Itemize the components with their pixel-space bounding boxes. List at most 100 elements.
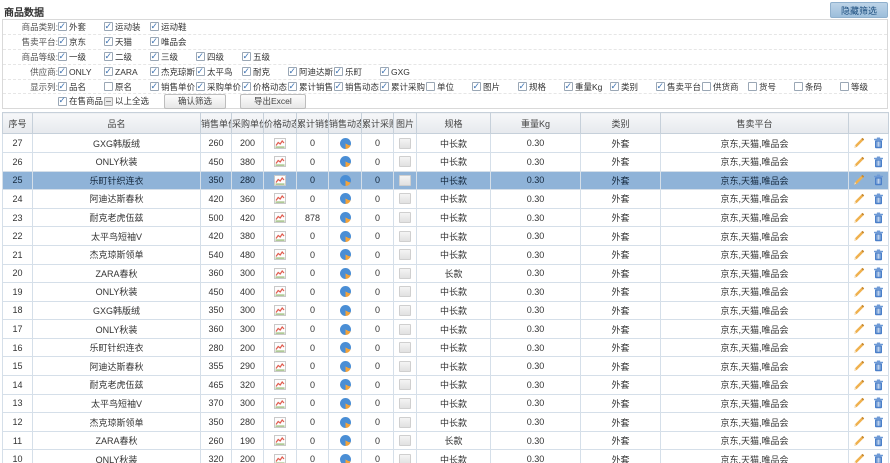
sales-trend-pie-icon[interactable] [340, 379, 351, 390]
checkbox-icon[interactable] [104, 97, 113, 106]
product-image-icon[interactable] [399, 249, 411, 260]
checkbox-icon[interactable] [58, 37, 67, 46]
cell-image[interactable] [394, 394, 417, 413]
cell-price-trend[interactable] [264, 376, 297, 395]
sales-trend-pie-icon[interactable] [340, 324, 351, 335]
cell-image[interactable] [394, 376, 417, 395]
checkbox-icon[interactable] [334, 67, 343, 76]
checkbox-icon[interactable] [380, 67, 389, 76]
cell-sales-trend[interactable] [329, 190, 362, 209]
filter-option[interactable]: 一级 [58, 51, 104, 63]
cell-image[interactable] [394, 245, 417, 264]
product-image-icon[interactable] [399, 286, 411, 297]
checkbox-icon[interactable] [426, 82, 435, 91]
sales-trend-pie-icon[interactable] [340, 268, 351, 279]
table-row[interactable]: 18 GXG韩版绒 350 300 0 0 中长款 0.30 外套 京东,天猫,… [3, 301, 889, 320]
table-row[interactable]: 21 杰克琼斯领单 540 480 0 0 中长款 0.30 外套 京东,天猫,… [3, 245, 889, 264]
filter-option[interactable]: 在售商品 [58, 95, 104, 107]
checkbox-icon[interactable] [242, 82, 251, 91]
edit-pencil-icon[interactable] [853, 286, 865, 298]
cell-price-trend[interactable] [264, 357, 297, 376]
checkbox-icon[interactable] [150, 52, 159, 61]
filter-option[interactable]: 乐町 [334, 66, 380, 78]
cell-sales-trend[interactable] [329, 338, 362, 357]
sales-trend-pie-icon[interactable] [340, 249, 351, 260]
cell-price-trend[interactable] [264, 152, 297, 171]
cell-sales-trend[interactable] [329, 376, 362, 395]
delete-trash-icon[interactable] [873, 249, 884, 261]
price-trend-chart-icon[interactable] [274, 454, 286, 463]
table-row[interactable]: 14 耐克老虎伍兹 465 320 0 0 中长款 0.30 外套 京东,天猫,… [3, 376, 889, 395]
product-image-icon[interactable] [399, 175, 411, 186]
cell-price-trend[interactable] [264, 301, 297, 320]
filter-option[interactable]: 销售动态 [334, 81, 380, 93]
delete-trash-icon[interactable] [873, 379, 884, 391]
cell-sales-trend[interactable] [329, 394, 362, 413]
cell-sales-trend[interactable] [329, 431, 362, 450]
cell-image[interactable] [394, 283, 417, 302]
cell-sales-trend[interactable] [329, 413, 362, 432]
checkbox-icon[interactable] [58, 82, 67, 91]
product-image-icon[interactable] [399, 361, 411, 372]
checkbox-icon[interactable] [288, 82, 297, 91]
delete-trash-icon[interactable] [873, 267, 884, 279]
sales-trend-pie-icon[interactable] [340, 175, 351, 186]
checkbox-icon[interactable] [58, 52, 67, 61]
price-trend-chart-icon[interactable] [274, 138, 286, 149]
checkbox-icon[interactable] [58, 67, 67, 76]
cell-image[interactable] [394, 171, 417, 190]
sales-trend-pie-icon[interactable] [340, 212, 351, 223]
delete-trash-icon[interactable] [873, 156, 884, 168]
cell-image[interactable] [394, 264, 417, 283]
filter-option[interactable]: 阿迪达斯 [288, 66, 334, 78]
table-row[interactable]: 20 ZARA春秋 360 300 0 0 长款 0.30 外套 京东,天猫,唯… [3, 264, 889, 283]
checkbox-icon[interactable] [104, 67, 113, 76]
delete-trash-icon[interactable] [873, 193, 884, 205]
cell-price-trend[interactable] [264, 227, 297, 246]
edit-pencil-icon[interactable] [853, 193, 865, 205]
filter-option[interactable]: 货号 [748, 81, 794, 93]
delete-trash-icon[interactable] [873, 453, 884, 463]
edit-pencil-icon[interactable] [853, 267, 865, 279]
cell-sales-trend[interactable] [329, 152, 362, 171]
checkbox-icon[interactable] [748, 82, 757, 91]
filter-option[interactable]: 销售单价 [150, 81, 196, 93]
cell-image[interactable] [394, 320, 417, 339]
price-trend-chart-icon[interactable] [274, 342, 286, 353]
cell-sales-trend[interactable] [329, 171, 362, 190]
cell-image[interactable] [394, 134, 417, 153]
checkbox-icon[interactable] [472, 82, 481, 91]
cell-sales-trend[interactable] [329, 208, 362, 227]
filter-option[interactable]: 供货商 [702, 81, 748, 93]
delete-trash-icon[interactable] [873, 342, 884, 354]
checkbox-icon[interactable] [58, 97, 67, 106]
delete-trash-icon[interactable] [873, 137, 884, 149]
checkbox-icon[interactable] [104, 52, 113, 61]
checkbox-icon[interactable] [150, 22, 159, 31]
table-row[interactable]: 24 阿迪达斯春秋 420 360 0 0 中长款 0.30 外套 京东,天猫,… [3, 190, 889, 209]
filter-option[interactable]: ONLY [58, 67, 104, 77]
filter-option[interactable]: ZARA [104, 67, 150, 77]
price-trend-chart-icon[interactable] [274, 398, 286, 409]
edit-pencil-icon[interactable] [853, 212, 865, 224]
sales-trend-pie-icon[interactable] [340, 398, 351, 409]
price-trend-chart-icon[interactable] [274, 212, 286, 223]
filter-option[interactable]: 二级 [104, 51, 150, 63]
table-row[interactable]: 22 太平鸟短袖V 420 380 0 0 中长款 0.30 外套 京东,天猫,… [3, 227, 889, 246]
cell-price-trend[interactable] [264, 264, 297, 283]
checkbox-icon[interactable] [518, 82, 527, 91]
cell-sales-trend[interactable] [329, 301, 362, 320]
product-image-icon[interactable] [399, 138, 411, 149]
edit-pencil-icon[interactable] [853, 416, 865, 428]
table-row[interactable]: 25 乐町针织连衣 350 280 0 0 中长款 0.30 外套 京东,天猫,… [3, 171, 889, 190]
sales-trend-pie-icon[interactable] [340, 231, 351, 242]
filter-option[interactable]: 京东 [58, 36, 104, 48]
checkbox-icon[interactable] [288, 67, 297, 76]
product-image-icon[interactable] [399, 398, 411, 409]
sales-trend-pie-icon[interactable] [340, 138, 351, 149]
product-image-icon[interactable] [399, 454, 411, 463]
filter-option[interactable]: 杰克琼斯 [150, 66, 196, 78]
price-trend-chart-icon[interactable] [274, 249, 286, 260]
product-image-icon[interactable] [399, 156, 411, 167]
edit-pencil-icon[interactable] [853, 397, 865, 409]
